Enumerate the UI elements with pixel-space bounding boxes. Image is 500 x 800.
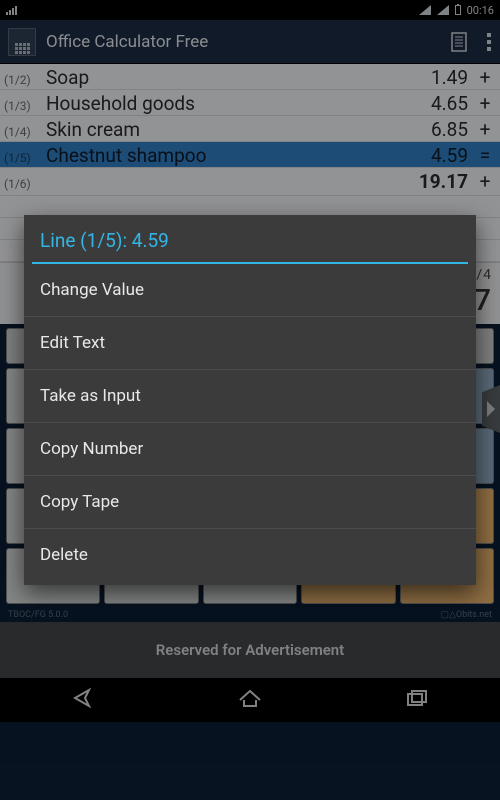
dialog-item-copy-number[interactable]: Copy Number — [24, 423, 476, 476]
dialog-item-edit-text[interactable]: Edit Text — [24, 317, 476, 370]
dialog-item-change-value[interactable]: Change Value — [24, 264, 476, 317]
line-context-dialog: Line (1/5): 4.59 Change Value Edit Text … — [24, 215, 476, 585]
dialog-item-take-input[interactable]: Take as Input — [24, 370, 476, 423]
dialog-title: Line (1/5): 4.59 — [24, 215, 476, 262]
dialog-item-copy-tape[interactable]: Copy Tape — [24, 476, 476, 529]
dialog-item-delete[interactable]: Delete — [24, 529, 476, 585]
